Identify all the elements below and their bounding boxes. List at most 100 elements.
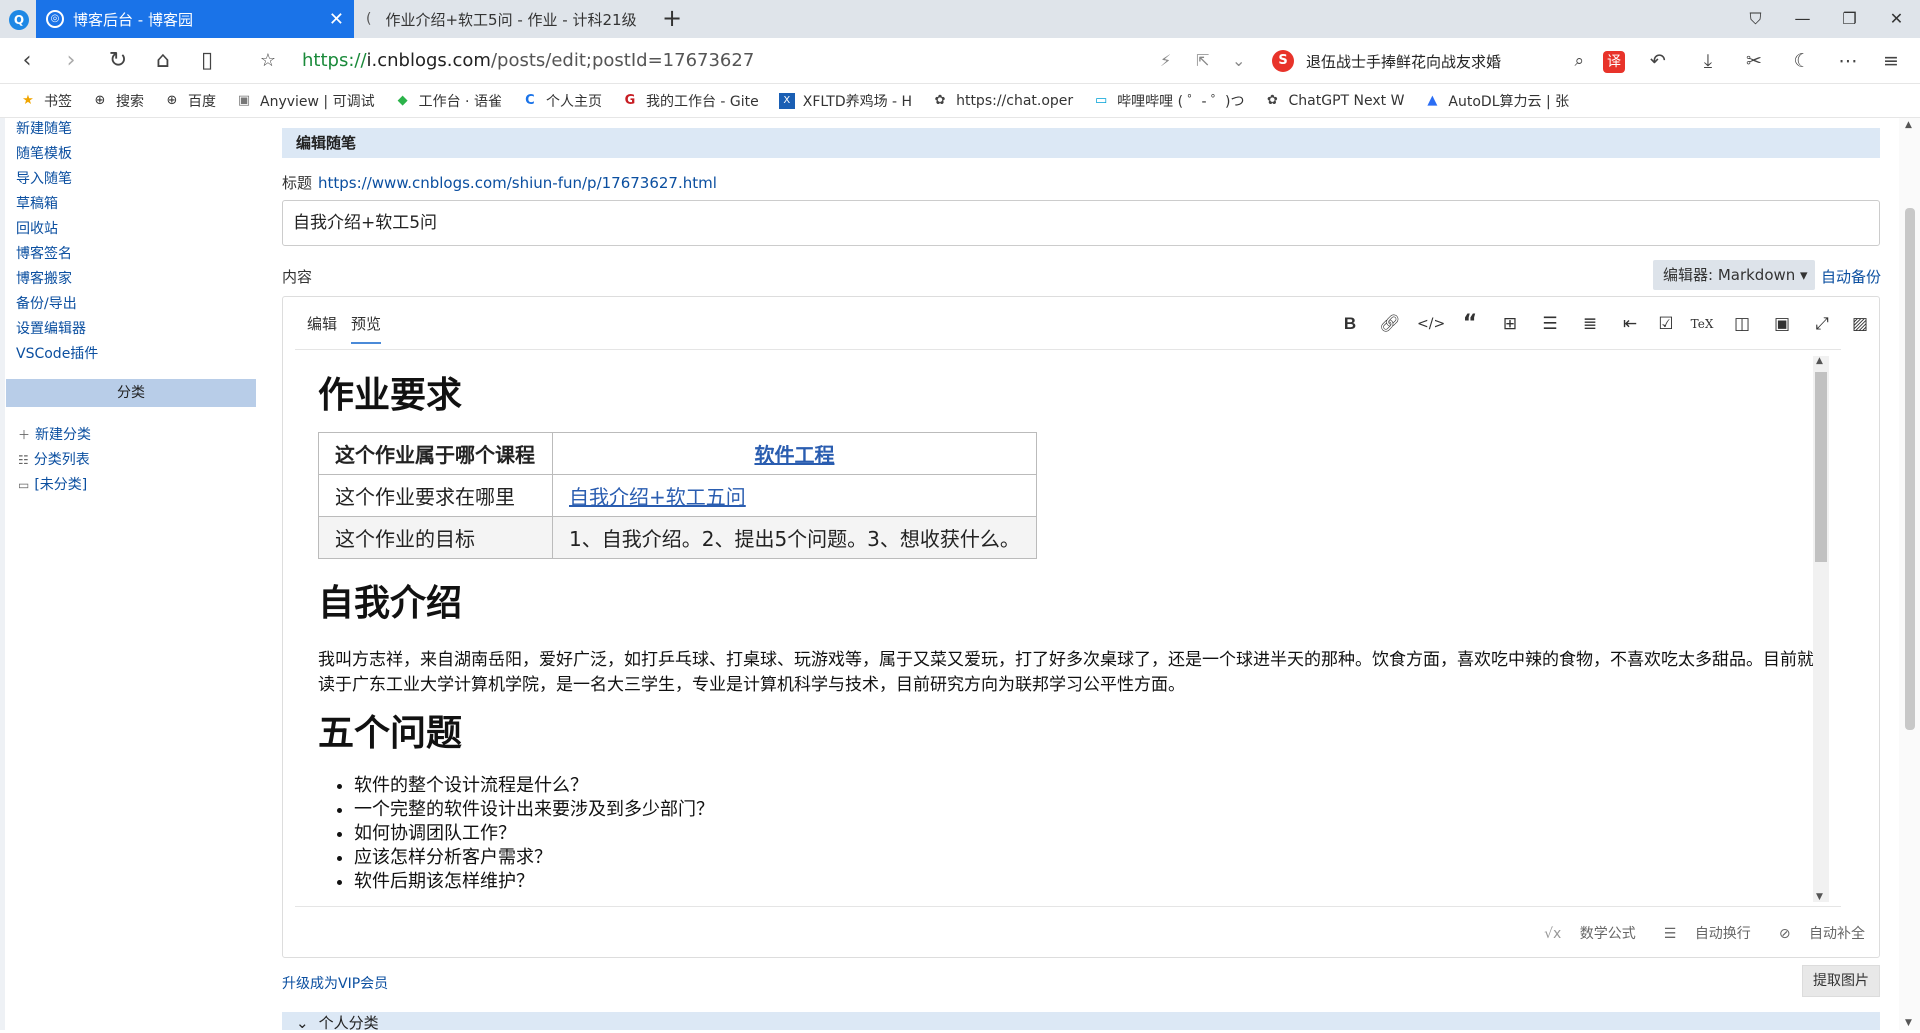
autocomplete-toggle[interactable]: ⊘ 自动补全 [1765, 923, 1865, 943]
upgrade-vip-link[interactable]: 升级成为VIP会员 [282, 973, 388, 993]
fullscreen-icon[interactable]: ⤢ [1809, 313, 1835, 335]
bookmark-item[interactable]: ◆ 工作台 · 语雀 [395, 91, 502, 111]
bullet-list-icon[interactable]: ☰ [1537, 313, 1563, 335]
link-icon[interactable]: 🔗︎ [1377, 313, 1403, 335]
image-icon[interactable]: ▨ [1847, 313, 1873, 335]
scroll-up-icon[interactable]: ▲ [1905, 120, 1912, 130]
scroll-down-icon[interactable]: ▼ [1905, 1018, 1912, 1028]
code-icon[interactable]: </> [1417, 313, 1445, 335]
bookmark-item[interactable]: ★ 书签 [20, 91, 72, 111]
wrap-icon: ☰ [1663, 926, 1681, 942]
forward-button[interactable]: › [56, 46, 86, 76]
list-item: 一个完整的软件设计出来要涉及到多少部门？ [354, 798, 714, 822]
post-link[interactable]: https://www.cnblogs.com/shiun-fun/p/1767… [318, 174, 717, 192]
bookmark-item[interactable]: ▭ 哔哩哔哩 ( ゜- ゜)つ [1093, 91, 1244, 111]
bookmark-item[interactable]: ▣ Anyview | 可调试 [236, 91, 375, 111]
scroll-down-icon[interactable]: ▼ [1816, 892, 1823, 902]
category-new[interactable]: ＋新建分类 [18, 424, 91, 444]
sidebar-link-signature[interactable]: 博客签名 [16, 243, 72, 263]
tab-edit[interactable]: 编辑 [307, 313, 337, 334]
restore-button[interactable]: ❐ [1826, 0, 1873, 38]
bookmark-item[interactable]: C 个人主页 [522, 91, 602, 111]
editor-footer-tools: √x 数学公式 ☰ 自动换行 ⊘ 自动补全 [1516, 923, 1865, 943]
home-button[interactable]: ⌂ [148, 46, 178, 76]
page-scrollbar[interactable]: ▲ ▼ [1899, 118, 1920, 1030]
ordered-list-icon[interactable]: ≣ [1577, 313, 1603, 335]
math-formula-toggle[interactable]: √x 数学公式 [1530, 923, 1636, 943]
questions-list: 软件的整个设计流程是什么？ 一个完整的软件设计出来要涉及到多少部门？ 如何协调团… [354, 774, 714, 894]
outdent-icon[interactable]: ⇤ [1617, 313, 1643, 335]
search-icon[interactable]: ⌕ [1574, 51, 1584, 71]
split-view-icon[interactable]: ◫ [1729, 313, 1755, 335]
download-icon[interactable]: ⤓ [1694, 48, 1722, 74]
search-input[interactable]: 退伍战士手捧鲜花向战友求婚 [1306, 51, 1574, 72]
translate-icon[interactable]: 译 [1603, 51, 1625, 73]
tab-inactive[interactable]: ( 作业介绍+软工5问 - 作业 - 计科21级 [354, 0, 652, 38]
word-wrap-toggle[interactable]: ☰ 自动换行 [1650, 923, 1751, 943]
save-icon[interactable]: ▣ [1769, 313, 1795, 335]
window-close-button[interactable]: ✕ [1873, 0, 1920, 38]
reload-button[interactable]: ↻ [103, 46, 133, 76]
table-row: 这个作业属于哪个课程 软件工程 [318, 432, 1037, 475]
xfltd-icon: X [778, 92, 795, 109]
scissors-icon[interactable]: ✂ [1740, 48, 1768, 74]
sidebar-link-import[interactable]: 导入随笔 [16, 168, 72, 188]
tab-preview[interactable]: 预览 [351, 313, 382, 344]
category-uncategorized[interactable]: ▭ [未分类] [18, 474, 87, 494]
more-icon[interactable]: ⋯ [1834, 48, 1862, 74]
globe-icon: ⊕ [166, 92, 178, 108]
bookmark-item[interactable]: ✿ ChatGPT Next W [1265, 93, 1404, 109]
bookmark-item[interactable]: ⊕ 百度 [164, 91, 216, 111]
dropdown-icon[interactable]: ⌄ [1232, 51, 1245, 70]
shirt-icon[interactable]: ⛉ [1732, 0, 1779, 38]
auto-backup-link[interactable]: 自动备份 [1821, 266, 1881, 287]
bookmark-star-icon[interactable]: ☆ [253, 46, 283, 76]
personal-category-header[interactable]: ⌄ 个人分类 [282, 1012, 1880, 1032]
extract-images-button[interactable]: 提取图片 [1802, 965, 1880, 997]
bookmark-item[interactable]: ▲ AutoDL算力云 | 张 [1424, 91, 1569, 111]
scrollbar-thumb[interactable] [1905, 208, 1915, 730]
close-icon[interactable]: ✕ [329, 9, 344, 30]
bookmark-item[interactable]: ⊕ 搜索 [92, 91, 144, 111]
sidebar-link-templates[interactable]: 随笔模板 [16, 143, 72, 163]
table-link[interactable]: 软件工程 [552, 432, 1037, 475]
bookmark-item[interactable]: ✿ https://chat.oper [932, 93, 1074, 109]
sidebar-link-migrate[interactable]: 博客搬家 [16, 268, 72, 288]
csdn-icon: C [525, 92, 535, 108]
lightning-icon[interactable]: ⚡ [1160, 51, 1171, 70]
sidebar-link-editor-settings[interactable]: 设置编辑器 [16, 318, 86, 338]
bookmark-item[interactable]: G 我的工作台 - Gite [622, 91, 759, 111]
bold-icon[interactable]: B [1337, 313, 1363, 335]
table-icon[interactable]: ⊞ [1497, 313, 1523, 335]
table-link[interactable]: 自我介绍+软工五问 [552, 474, 1037, 517]
editor-select[interactable]: 编辑器: Markdown ▾ [1653, 260, 1815, 290]
sidebar-link-backup[interactable]: 备份/导出 [16, 293, 77, 313]
scrollbar-thumb[interactable] [1815, 372, 1827, 562]
night-mode-icon[interactable]: ☾ [1788, 48, 1816, 74]
tab-active[interactable]: ◎ 博客后台 - 博客园 ✕ [36, 0, 354, 38]
list-item: 如何协调团队工作？ [354, 822, 714, 846]
category-list[interactable]: ☷ 分类列表 [18, 449, 90, 469]
menu-icon[interactable]: ≡ [1877, 48, 1905, 74]
bookmark-item[interactable]: X XFLTD养鸡场 - H [778, 91, 912, 111]
tex-icon[interactable]: TeX [1689, 313, 1715, 335]
checkbox-icon[interactable]: ☑ [1653, 313, 1679, 335]
reader-icon[interactable]: ▯ [192, 46, 222, 76]
back-button[interactable]: ‹ [12, 46, 42, 76]
sidebar-link-drafts[interactable]: 草稿箱 [16, 193, 58, 213]
share-icon[interactable]: ⇱ [1196, 51, 1209, 70]
quote-icon[interactable]: “ [1457, 313, 1483, 335]
preview-scrollbar[interactable]: ▲ ▼ [1813, 356, 1829, 902]
list-item: 软件的整个设计流程是什么？ [354, 774, 714, 798]
title-input[interactable]: 自我介绍+软工5问 [282, 200, 1880, 246]
scroll-up-icon[interactable]: ▲ [1816, 356, 1823, 366]
url-field[interactable]: https://i.cnblogs.com/posts/edit;postId=… [302, 50, 754, 71]
minimize-button[interactable]: — [1779, 0, 1826, 38]
content-label: 内容 [282, 268, 313, 286]
undo-icon[interactable]: ↶ [1644, 48, 1672, 74]
sidebar-link-recycle[interactable]: 回收站 [16, 218, 58, 238]
search-box[interactable]: S 退伍战士手捧鲜花向战友求婚 ⌕ [1272, 46, 1584, 76]
new-tab-button[interactable]: + [662, 4, 682, 32]
sidebar-link-new-post[interactable]: 新建随笔 [16, 118, 72, 138]
sidebar-link-vscode[interactable]: VSCode插件 [16, 343, 98, 363]
